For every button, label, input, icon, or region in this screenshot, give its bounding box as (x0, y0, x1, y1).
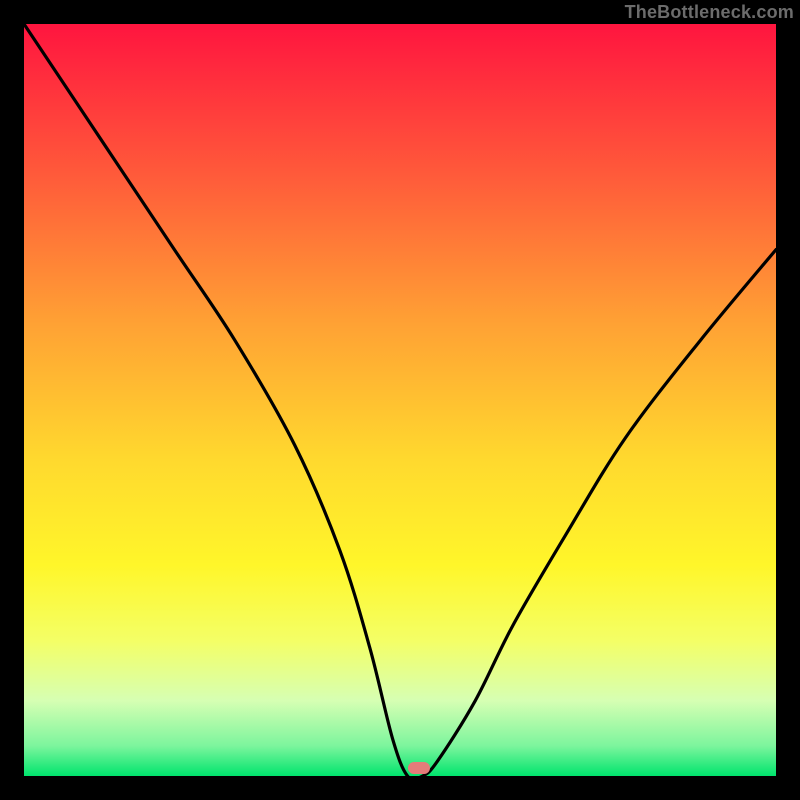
chart-frame: TheBottleneck.com (0, 0, 800, 800)
plot-area (24, 24, 776, 776)
optimal-point-marker (408, 762, 430, 774)
gradient-background (24, 24, 776, 776)
bottleneck-chart-svg (24, 24, 776, 776)
watermark-text: TheBottleneck.com (625, 2, 794, 23)
